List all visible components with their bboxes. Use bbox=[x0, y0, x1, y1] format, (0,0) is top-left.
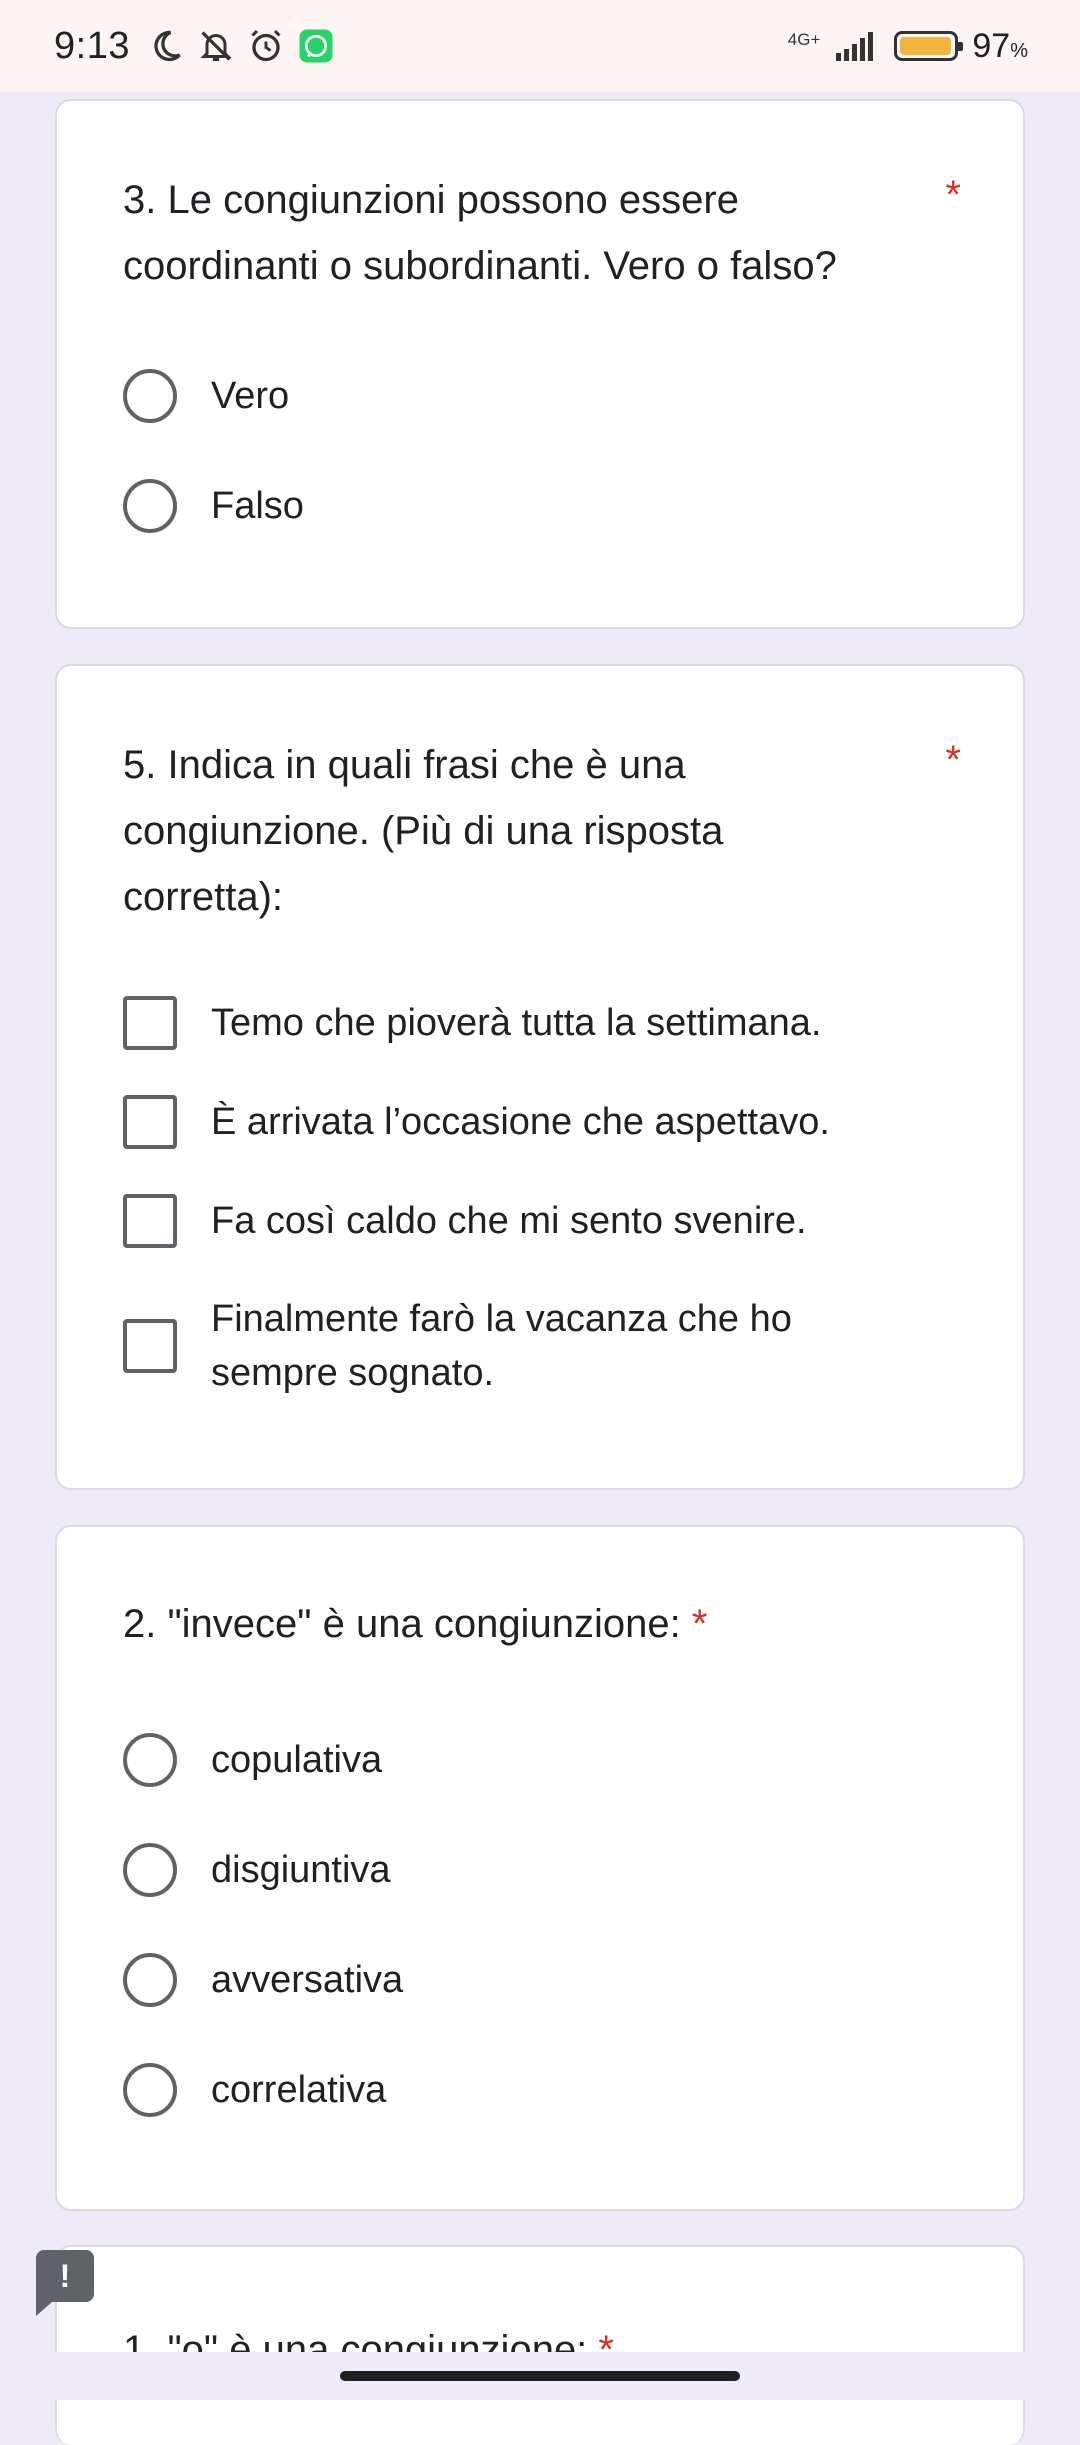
moon-icon bbox=[146, 26, 186, 66]
feedback-button[interactable]: ! bbox=[36, 2250, 94, 2316]
option-label: Fa così caldo che mi sento svenire. bbox=[211, 1200, 807, 1242]
checkbox[interactable] bbox=[123, 1095, 177, 1149]
checkbox-option-3[interactable]: Fa così caldo che mi sento svenire. bbox=[123, 1194, 807, 1248]
question-card-5: 5. Indica in quali frasi che è una congi… bbox=[55, 664, 1025, 1490]
network-type-label: 4G+ bbox=[787, 30, 821, 49]
radio-button[interactable] bbox=[123, 1843, 177, 1897]
radio-option-vero[interactable]: Vero bbox=[123, 369, 289, 423]
question-title: 2. "invece" è una congiunzione: * bbox=[123, 1602, 708, 1646]
option-label: Vero bbox=[211, 375, 290, 417]
radio-button[interactable] bbox=[123, 2063, 177, 2117]
checkbox[interactable] bbox=[123, 1194, 177, 1248]
option-label: Temo che pioverà tutta la settimana. bbox=[211, 1002, 822, 1044]
status-time: 9:13 bbox=[54, 24, 130, 67]
question-card-2: 2. "invece" è una congiunzione: * copula… bbox=[55, 1525, 1025, 2211]
question-card-3: 3. Le congiunzioni possono essere coordi… bbox=[55, 99, 1025, 629]
checkbox[interactable] bbox=[123, 996, 177, 1050]
alert-icon: ! bbox=[59, 2258, 71, 2294]
radio-option-falso[interactable]: Falso bbox=[123, 479, 304, 533]
required-asterisk: * bbox=[945, 738, 961, 782]
option-label: Finalmente farò la vacanza che ho sempre… bbox=[211, 1298, 792, 1394]
question-title: 5. Indica in quali frasi che è una congi… bbox=[123, 743, 724, 919]
whatsapp-icon bbox=[296, 26, 336, 66]
radio-option-disgiuntiva[interactable]: disgiuntiva bbox=[123, 1843, 391, 1897]
option-label: È arrivata l’occasione che aspettavo. bbox=[211, 1101, 830, 1143]
battery-icon bbox=[894, 31, 964, 61]
question-card-1: 1. "o" è una congiunzione: * bbox=[55, 2245, 1025, 2445]
alarm-icon bbox=[246, 26, 286, 66]
checkbox[interactable] bbox=[123, 1319, 177, 1373]
option-label: copulativa bbox=[211, 1739, 383, 1781]
bell-off-icon bbox=[196, 26, 236, 66]
signal-icon bbox=[834, 26, 880, 66]
radio-option-copulativa[interactable]: copulativa bbox=[123, 1733, 382, 1787]
battery-percent: 97% bbox=[972, 26, 1028, 65]
required-asterisk: * bbox=[691, 1602, 708, 1646]
radio-option-correlativa[interactable]: correlativa bbox=[123, 2063, 386, 2117]
option-label: correlativa bbox=[211, 2069, 387, 2111]
question-title: 3. Le congiunzioni possono essere coordi… bbox=[123, 178, 837, 288]
radio-button[interactable] bbox=[123, 1733, 177, 1787]
radio-button[interactable] bbox=[123, 369, 177, 423]
home-gesture-handle[interactable] bbox=[340, 2371, 740, 2381]
checkbox-option-2[interactable]: È arrivata l’occasione che aspettavo. bbox=[123, 1095, 830, 1149]
option-label: disgiuntiva bbox=[211, 1849, 391, 1891]
status-bar: 9:13 4G+ 97% bbox=[0, 0, 1080, 92]
radio-button[interactable] bbox=[123, 479, 177, 533]
checkbox-option-4[interactable]: Finalmente farò la vacanza che ho sempre… bbox=[123, 1292, 792, 1400]
option-label: Falso bbox=[211, 485, 304, 527]
radio-button[interactable] bbox=[123, 1953, 177, 2007]
option-label: avversativa bbox=[211, 1959, 404, 2001]
required-asterisk: * bbox=[945, 173, 961, 217]
checkbox-option-1[interactable]: Temo che pioverà tutta la settimana. bbox=[123, 996, 821, 1050]
radio-option-avversativa[interactable]: avversativa bbox=[123, 1953, 403, 2007]
